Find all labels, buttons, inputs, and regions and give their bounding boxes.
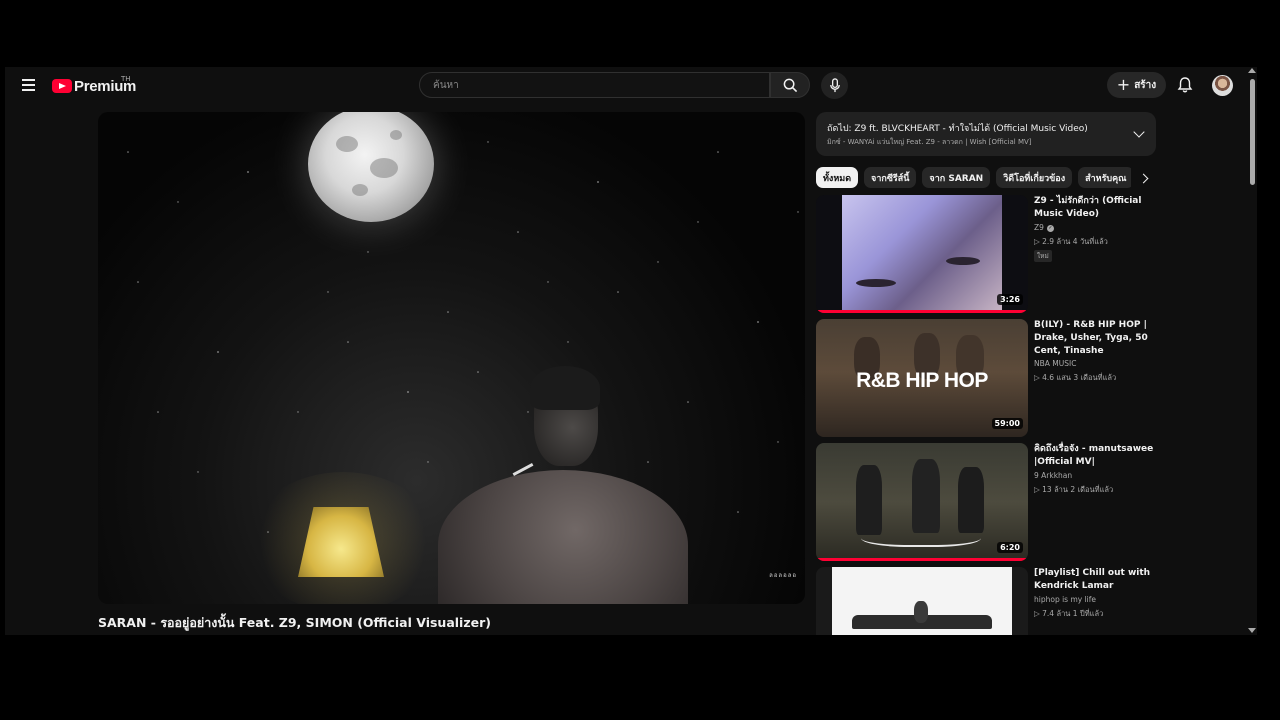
search-icon — [783, 78, 797, 92]
search-box — [419, 72, 770, 98]
up-next-title: ถัดไป: Z9 ft. BLVCKHEART - ทำใจไม่ได้ (O… — [827, 124, 1088, 134]
channel-name[interactable]: Z9 ✓ — [1034, 223, 1054, 232]
chevron-right-icon — [1138, 173, 1148, 183]
thumbnail-text: R&B HIP HOP — [856, 369, 988, 392]
bell-icon — [1177, 77, 1193, 93]
youtube-app: Premium TH + สร้าง — [5, 67, 1257, 635]
view-count: 4.6 แสน — [1042, 373, 1072, 382]
channel-name-text: Z9 — [1034, 223, 1044, 232]
chip-for-you[interactable]: สำหรับคุณ — [1078, 167, 1134, 188]
recommendation-item[interactable]: 3:26 Z9 - ไม่รักดีกว่า (Official Music V… — [816, 195, 1161, 313]
voice-search-button[interactable] — [821, 72, 848, 99]
recommendation-item[interactable]: [Playlist] Chill out with Kendrick Lamar… — [816, 567, 1161, 635]
upload-age: 2 เดือนที่แล้ว — [1070, 485, 1114, 494]
recommendation-item[interactable]: 6:20 คิดถึงเรื่อจัง - manutsawee |Offici… — [816, 443, 1161, 561]
up-next-panel[interactable]: ถัดไป: Z9 ft. BLVCKHEART - ทำใจไม่ได้ (O… — [816, 112, 1156, 156]
upload-age: 3 เดือนที่แล้ว — [1073, 373, 1117, 382]
video-meta: ▷ 4.6 แสน 3 เดือนที่แล้ว — [1034, 373, 1117, 382]
video-thumbnail[interactable]: R&B HIP HOP 59:00 — [816, 319, 1028, 437]
country-code: TH — [121, 75, 131, 83]
chevron-down-icon[interactable] — [1133, 126, 1145, 138]
upload-age: 1 ปีที่แล้ว — [1072, 609, 1104, 618]
watch-progress-bar — [816, 558, 1028, 561]
view-count: 13 ล้าน — [1042, 485, 1069, 494]
video-thumbnail[interactable]: 3:26 — [816, 195, 1028, 313]
video-thumbnail[interactable]: 6:20 — [816, 443, 1028, 561]
channel-name[interactable]: hiphop is my life — [1034, 595, 1096, 604]
video-title[interactable]: Z9 - ไม่รักดีกว่า (Official Music Video) — [1034, 195, 1160, 221]
video-player[interactable]: ลอลอลอ — [98, 112, 805, 604]
notifications-button[interactable] — [1175, 75, 1195, 95]
view-count: 7.4 ล้าน — [1042, 609, 1071, 618]
new-badge: ใหม่ — [1034, 250, 1052, 262]
watch-progress-bar — [816, 310, 1028, 313]
plus-icon: + — [1116, 75, 1131, 94]
search-button[interactable] — [770, 72, 810, 98]
create-button[interactable]: + สร้าง — [1107, 72, 1166, 98]
video-duration: 6:20 — [997, 542, 1023, 553]
up-next-subtitle: มิกซ์ - WANYAi แว่นใหญ่ Feat. Z9 - ลาวดก… — [827, 138, 1032, 146]
scroll-up-icon[interactable] — [1248, 68, 1256, 73]
video-meta: ▷ 7.4 ล้าน 1 ปีที่แล้ว — [1034, 609, 1104, 618]
video-duration: 59:00 — [991, 418, 1023, 429]
scroll-down-icon[interactable] — [1248, 628, 1256, 633]
view-count: 2.9 ล้าน — [1042, 237, 1071, 246]
search-input[interactable] — [431, 79, 755, 92]
youtube-play-icon — [52, 79, 72, 93]
chip-from-series[interactable]: จากซีรีส์นี้ — [864, 167, 917, 188]
chip-from-saran[interactable]: จาก SARAN — [922, 167, 991, 188]
recommendation-item[interactable]: R&B HIP HOP 59:00 B(ILY) - R&B HIP HOP |… — [816, 319, 1161, 437]
video-watermark: ลอลอลอ — [769, 572, 797, 579]
create-label: สร้าง — [1134, 79, 1157, 91]
account-avatar[interactable] — [1212, 75, 1233, 96]
video-meta: ▷ 2.9 ล้าน 4 วันที่แล้ว — [1034, 237, 1108, 246]
man-silhouette — [438, 366, 688, 604]
channel-name[interactable]: 9 Arkkhan — [1034, 471, 1072, 480]
video-duration: 3:26 — [997, 294, 1023, 305]
video-thumbnail[interactable] — [816, 567, 1028, 635]
upload-age: 4 วันที่แล้ว — [1072, 237, 1108, 246]
chip-all[interactable]: ทั้งหมด — [816, 167, 859, 188]
video-title[interactable]: B(ILY) - R&B HIP HOP | Drake, Usher, Tyg… — [1034, 319, 1160, 358]
video-meta: ▷ 13 ล้าน 2 เดือนที่แล้ว — [1034, 485, 1114, 494]
chip-related[interactable]: วิดีโอที่เกี่ยวข้อง — [996, 167, 1073, 188]
menu-icon[interactable] — [21, 77, 37, 93]
scrollbar-thumb[interactable] — [1250, 79, 1255, 185]
chips-next-button[interactable] — [1131, 167, 1155, 189]
video-title[interactable]: [Playlist] Chill out with Kendrick Lamar — [1034, 567, 1160, 593]
video-title: SARAN - รออยู่อย่างนั้น Feat. Z9, SIMON … — [98, 615, 491, 630]
filter-chips: ทั้งหมด จากซีรีส์นี้ จาก SARAN วิดีโอที่… — [816, 167, 1156, 189]
microphone-icon — [829, 78, 840, 93]
verified-icon: ✓ — [1046, 224, 1054, 232]
page-scrollbar[interactable] — [1247, 67, 1257, 635]
video-title[interactable]: คิดถึงเรื่อจัง - manutsawee |Official MV… — [1034, 443, 1160, 469]
channel-name[interactable]: NBA MUSIC — [1034, 359, 1076, 368]
